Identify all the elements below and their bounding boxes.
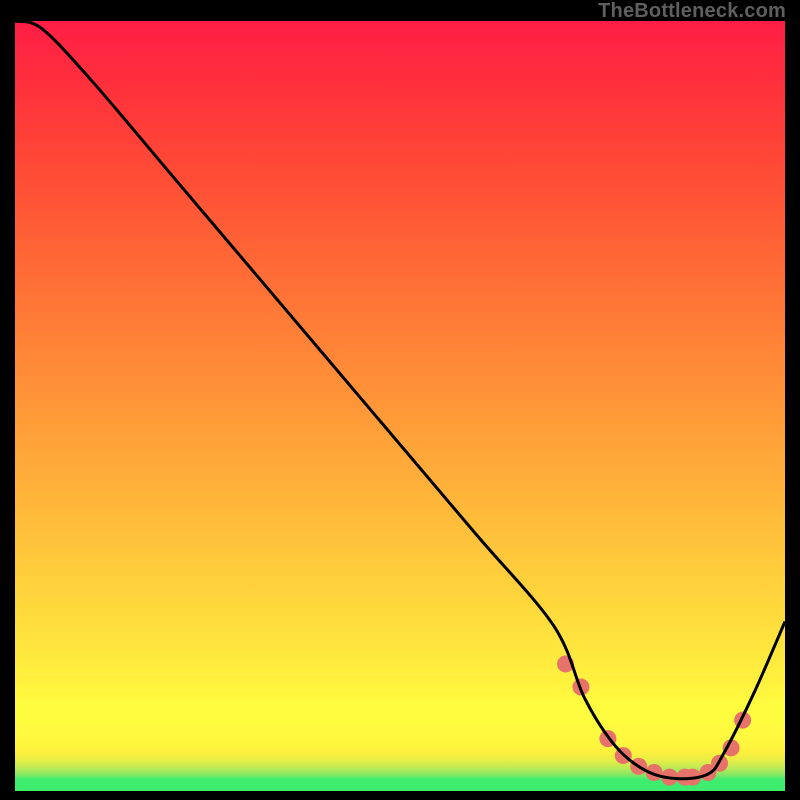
chart-plot (15, 21, 785, 791)
chart-frame (15, 21, 785, 791)
gradient-background (15, 21, 785, 791)
watermark-text: TheBottleneck.com (598, 0, 786, 23)
